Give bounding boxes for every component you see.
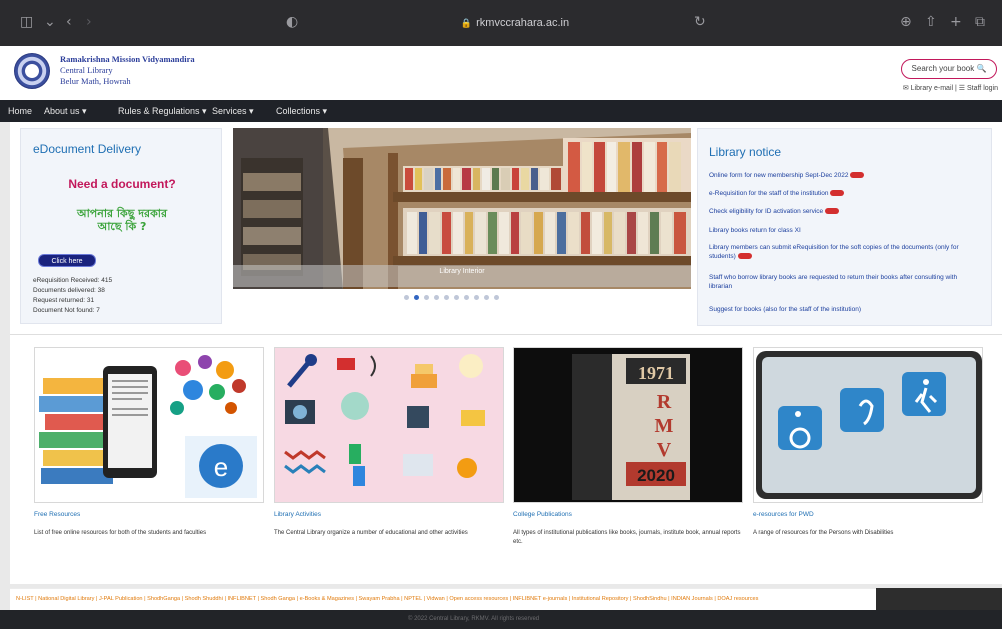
card-title[interactable]: Free Resources (34, 511, 80, 518)
free-resources-image[interactable]: e (34, 347, 264, 503)
slider-caption: Library Interior (439, 268, 485, 275)
search-book-button[interactable]: Search your book 🔍 (901, 59, 997, 79)
notice-text[interactable]: Online form for new membership Sept-Dec … (709, 172, 848, 179)
notice-text[interactable]: Suggest for books (also for the staff of… (709, 306, 861, 313)
tabs-overview-icon[interactable]: ⧉ (975, 14, 985, 32)
footer-text: © 2022 Central Library, RKMV. All rights… (408, 616, 540, 622)
svg-text:2020: 2020 (637, 466, 675, 485)
institution-line-3: Belur Math, Howrah (60, 76, 131, 86)
card-description: List of free online resources for both o… (34, 530, 207, 536)
slider-dot-active[interactable] (414, 295, 419, 300)
address-bar[interactable]: 🔒 rkmvccrahara.ac.in (440, 13, 590, 33)
notice-item[interactable]: e-Requisition for the staff of the insti… (709, 189, 979, 198)
nav-about-us[interactable]: About us ▾ (44, 100, 87, 122)
slider-dot[interactable] (484, 295, 489, 300)
card-title[interactable]: Library Activities (274, 511, 321, 518)
chevron-down-icon[interactable]: ⌄ (44, 14, 56, 32)
section-divider (10, 334, 1002, 335)
e-resources-pwd-image[interactable] (753, 347, 983, 503)
download-icon[interactable]: ⊕ (900, 14, 912, 32)
sidebar-toggle-icon[interactable]: ◫ (20, 14, 33, 32)
edocument-delivery-panel: eDocument Delivery Need a document? আপনা… (20, 128, 222, 324)
click-here-button[interactable]: Click here (38, 254, 96, 267)
library-notice-panel: Library notice Online form for new membe… (697, 128, 992, 326)
institution-line-2: Central Library (60, 65, 113, 75)
new-badge-icon (825, 208, 840, 215)
library-image-slider[interactable]: Library Interior (233, 128, 691, 289)
institution-line-1: Ramakrishna Mission Vidyamandira (60, 54, 195, 64)
card-title[interactable]: e-resources for PWD (753, 511, 814, 518)
notice-text[interactable]: e-Requisition for the staff of the insti… (709, 190, 828, 197)
site-header: Ramakrishna Mission Vidyamandira Central… (0, 46, 1002, 100)
card-title[interactable]: College Publications (513, 511, 572, 518)
bengali-prompt: আপনার কিছু দরকার আছে কি ? (21, 207, 223, 233)
site-footer: © 2022 Central Library, RKMV. All rights… (0, 610, 1002, 629)
svg-text:1971: 1971 (638, 363, 674, 383)
slider-dot[interactable] (444, 295, 449, 300)
institution-name: Ramakrishna Mission Vidyamandira Central… (60, 54, 195, 87)
nav-rules-regulations[interactable]: Rules & Regulations ▾ (118, 100, 207, 122)
need-document-text: Need a document? (68, 177, 176, 191)
bengali-line-1: আপনার কিছু দরকার (76, 207, 168, 220)
bengali-line-2: আছে কি ? (97, 220, 147, 233)
lock-icon: 🔒 (460, 18, 473, 28)
notice-item[interactable]: Staff who borrow library books are reque… (709, 273, 979, 291)
svg-text:R: R (657, 391, 672, 413)
slider-dot[interactable] (424, 295, 429, 300)
main-nav: Home About us ▾ Rules & Regulations ▾ Se… (0, 100, 1002, 122)
notice-text[interactable]: Check eligibility for ID activation serv… (709, 208, 823, 215)
card-description: All types of institutional publications … (513, 530, 741, 545)
slider-dot[interactable] (454, 295, 459, 300)
stat-returned: Request returned: 31 (33, 297, 95, 304)
request-stats: eRequisition Received: 415 Documents del… (33, 276, 112, 316)
slider-dot[interactable] (494, 295, 499, 300)
notice-item[interactable]: Check eligibility for ID activation serv… (709, 207, 979, 216)
ticker-end-panel (876, 588, 1002, 610)
new-badge-icon (737, 253, 752, 260)
edocument-title: eDocument Delivery (33, 142, 142, 156)
card-description: A range of resources for the Persons wit… (753, 530, 894, 536)
notice-text[interactable]: Library books return for class XI (709, 227, 801, 234)
stat-received: eRequisition Received: 415 (33, 277, 113, 284)
college-publications-image[interactable]: 1971 R M V 2020 (513, 347, 743, 503)
new-tab-icon[interactable]: + (950, 14, 962, 32)
nav-collections[interactable]: Collections ▾ (276, 100, 327, 122)
nav-services[interactable]: Services ▾ (212, 100, 254, 122)
card-description: The Central Library organize a number of… (274, 530, 468, 536)
ticker-text[interactable]: N-LIST | National Digital Library | J-PA… (16, 596, 758, 602)
new-badge-icon (850, 172, 865, 179)
stat-not-found: Document Not found: 7 (33, 307, 100, 314)
slider-dot[interactable] (404, 295, 409, 300)
svg-text:M: M (655, 415, 674, 437)
slider-dot[interactable] (474, 295, 479, 300)
reload-icon[interactable]: ↻ (694, 14, 706, 32)
browser-toolbar: ◫ ⌄ ‹ › ◐ 🔒 rkmvccrahara.ac.in ↻ ⊕ ⇧ + ⧉ (0, 0, 1002, 46)
notice-text[interactable]: Staff who borrow library books are reque… (709, 274, 957, 290)
library-activities-image[interactable] (274, 347, 504, 503)
svg-text:e: e (214, 452, 228, 482)
new-badge-icon (830, 190, 845, 197)
url-text: rkmvccrahara.ac.in (476, 17, 570, 29)
notice-item[interactable]: Suggest for books (also for the staff of… (709, 305, 979, 314)
svg-text:V: V (657, 439, 672, 461)
shield-icon[interactable]: ◐ (286, 14, 298, 32)
notice-item[interactable]: Online form for new membership Sept-Dec … (709, 171, 979, 180)
share-icon[interactable]: ⇧ (925, 14, 937, 32)
stat-delivered: Documents delivered: 38 (33, 287, 105, 294)
notice-item[interactable]: Library members can submit eRequisition … (709, 243, 979, 261)
back-icon[interactable]: ‹ (66, 14, 72, 32)
slider-dot[interactable] (434, 295, 439, 300)
college-logo[interactable] (14, 53, 50, 89)
slider-dot[interactable] (464, 295, 469, 300)
notice-title: Library notice (709, 145, 782, 159)
header-links[interactable]: ✉ Library e-mail | ☰ Staff login (903, 84, 998, 92)
forward-icon[interactable]: › (86, 14, 92, 32)
resource-links-ticker: N-LIST | National Digital Library | J-PA… (10, 588, 876, 610)
nav-home[interactable]: Home (8, 100, 32, 122)
notice-item[interactable]: Library books return for class XI (709, 226, 979, 235)
